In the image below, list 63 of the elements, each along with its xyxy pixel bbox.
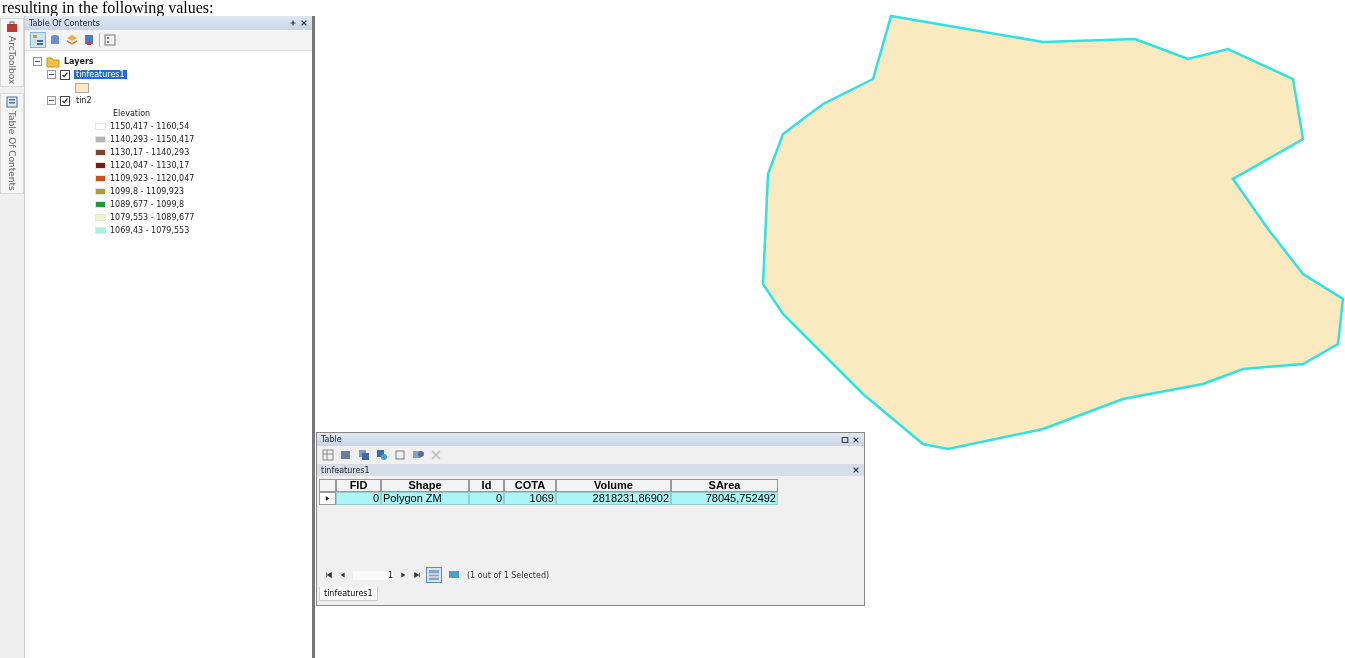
side-tab[interactable]: ArcToolbox xyxy=(0,18,24,88)
next-record-icon[interactable] xyxy=(399,571,407,579)
table-cell: 0 xyxy=(336,492,381,505)
column-header[interactable]: Shape xyxy=(381,479,469,492)
legend-label: 1109,923 - 1120,047 xyxy=(110,174,195,183)
table-cell: 2818231,86902 xyxy=(556,492,671,505)
header-corner-cell xyxy=(319,479,336,492)
options-icon[interactable] xyxy=(103,33,117,47)
window-title: Table xyxy=(321,435,343,444)
selection-status: (1 out of 1 Selected) xyxy=(467,570,550,580)
layer-name[interactable]: tinfeatures1 xyxy=(74,70,127,79)
column-header[interactable]: Volume xyxy=(556,479,671,492)
current-row-icon xyxy=(325,495,330,502)
legend-label: 1130,17 - 1140,293 xyxy=(110,148,190,157)
table-cell: 0 xyxy=(469,492,504,505)
list-icon xyxy=(6,96,18,109)
select-by-attributes-icon[interactable] xyxy=(357,448,371,462)
collapse-toggle-icon[interactable] xyxy=(47,70,56,79)
legend-field: Elevation xyxy=(113,109,151,118)
legend-label: 1150,417 - 1160,54 xyxy=(110,122,190,131)
layers-icon[interactable] xyxy=(65,33,79,47)
layer-checkbox[interactable] xyxy=(60,95,70,106)
last-record-icon[interactable] xyxy=(413,571,421,579)
side-tab[interactable]: Table Of Contents xyxy=(0,93,24,195)
legend-label: 1069,43 - 1079,553 xyxy=(110,226,190,235)
maximize-icon[interactable] xyxy=(841,435,849,444)
related-tables-icon[interactable] xyxy=(339,448,353,462)
visibility-icon[interactable] xyxy=(82,33,96,47)
close-icon[interactable] xyxy=(852,435,860,444)
legend-label: 1120,047 - 1130,17 xyxy=(110,161,190,170)
symbol-swatch[interactable] xyxy=(75,82,89,93)
legend-label: 1099,8 - 1109,923 xyxy=(110,187,185,196)
first-record-icon[interactable] xyxy=(325,571,333,579)
toolbox-icon xyxy=(6,21,18,33)
record-number-field[interactable]: 1 xyxy=(353,570,393,580)
table-cell: Polygon ZM xyxy=(381,492,469,505)
switch-selection-icon[interactable] xyxy=(375,448,389,462)
layer-name[interactable]: tin2 xyxy=(74,96,94,105)
table-cell: 1069 xyxy=(504,492,556,505)
panel-title: Table Of Contents xyxy=(29,18,101,28)
previous-record-icon[interactable] xyxy=(339,571,347,579)
layer-checkbox[interactable] xyxy=(60,69,70,80)
document-text: resulting in the following values: xyxy=(1,0,215,16)
row-selector[interactable] xyxy=(319,492,336,505)
table-cell: 78045,752492 xyxy=(671,492,778,505)
table-tab[interactable]: tinfeatures1 xyxy=(319,587,378,601)
layer-group-label[interactable]: Layers xyxy=(64,57,94,66)
column-header[interactable]: SArea xyxy=(671,479,778,492)
folder-icon xyxy=(46,55,60,68)
column-header[interactable]: Id xyxy=(469,479,504,492)
table-name: tinfeatures1 xyxy=(321,465,371,475)
legend-label: 1089,677 - 1099,8 xyxy=(110,200,185,209)
database-icon[interactable] xyxy=(48,33,62,47)
legend-label: 1140,293 - 1150,417 xyxy=(110,135,195,144)
legend-label: 1079,553 - 1089,677 xyxy=(110,213,195,222)
collapse-toggle-icon[interactable] xyxy=(33,57,42,66)
close-icon[interactable] xyxy=(300,19,308,27)
column-header[interactable]: COTA xyxy=(504,479,556,492)
column-header[interactable]: FID xyxy=(336,479,381,492)
collapse-toggle-icon[interactable] xyxy=(47,96,56,105)
close-icon[interactable] xyxy=(852,466,860,474)
pin-icon[interactable] xyxy=(289,19,297,27)
list-by-drawing-order-icon[interactable] xyxy=(31,33,45,47)
